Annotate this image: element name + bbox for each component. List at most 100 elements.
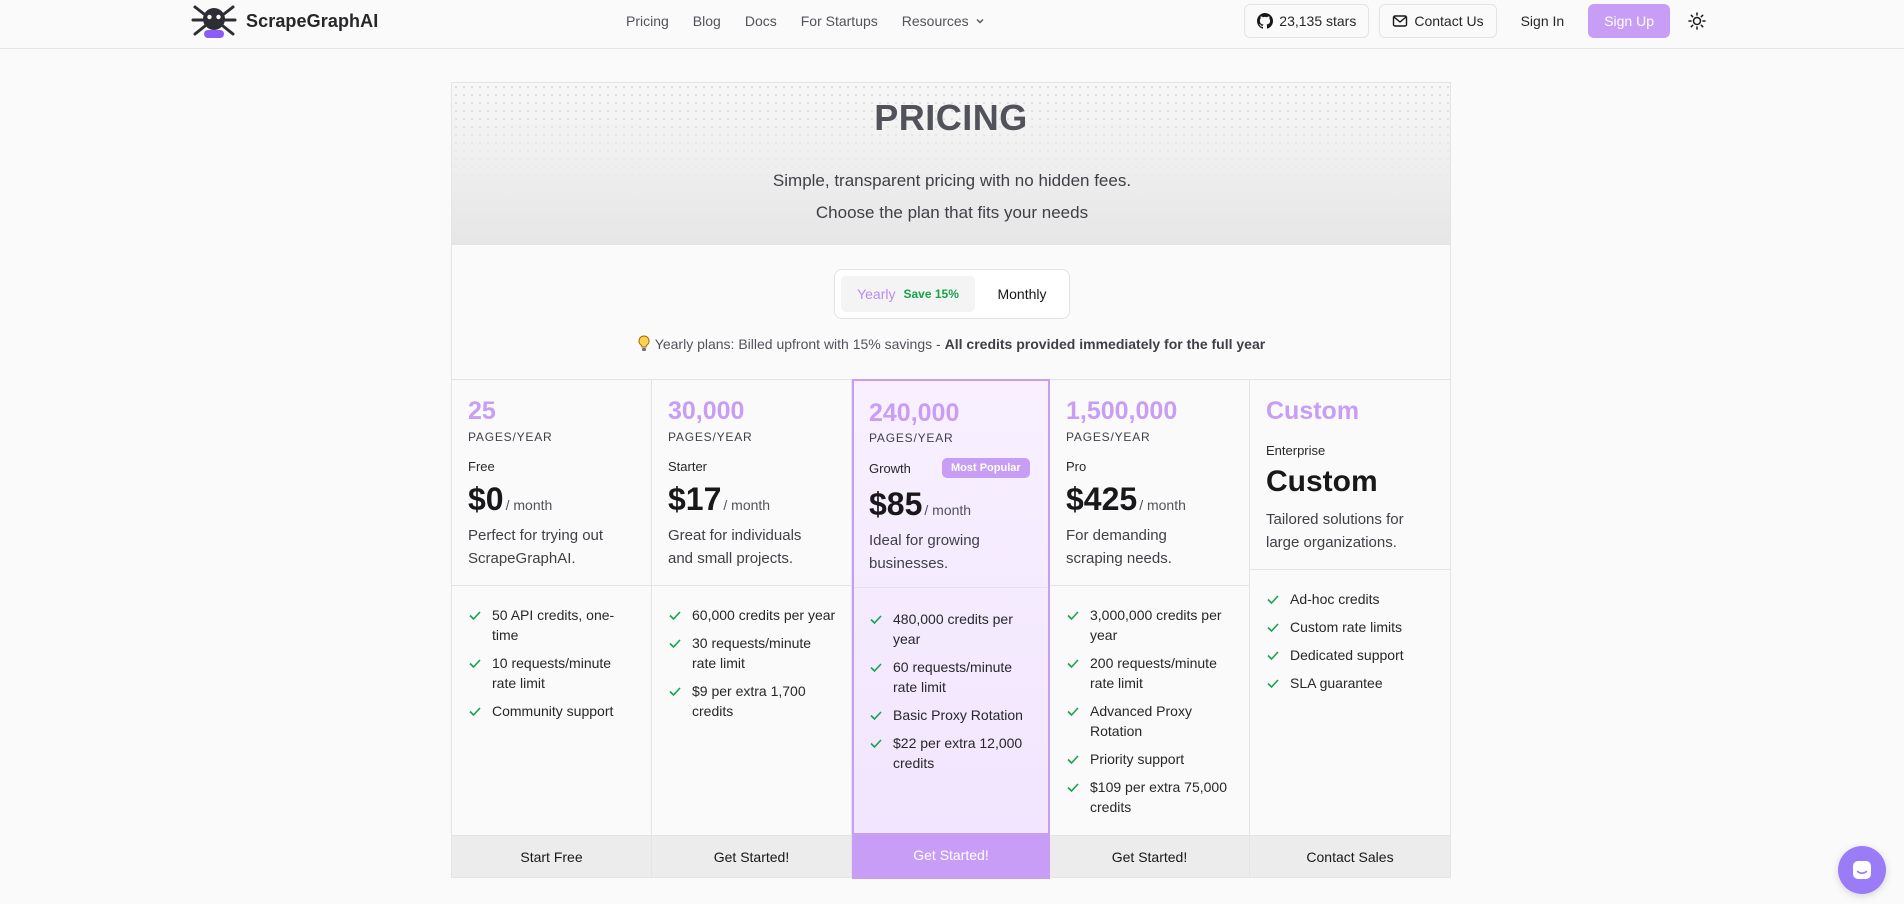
- feature-text: $109 per extra 75,000 credits: [1090, 779, 1227, 815]
- feature-item: Dedicated support: [1266, 645, 1436, 665]
- plan-description: For demanding scraping needs.: [1066, 527, 1172, 567]
- plan-price-amount: Custom: [1266, 465, 1378, 498]
- chat-icon: [1853, 861, 1871, 879]
- plan-description: Ideal for growing businesses.: [869, 532, 980, 572]
- nav-link-resources[interactable]: Resources: [902, 13, 985, 29]
- plan-divider: [652, 585, 851, 586]
- feature-item: $9 per extra 1,700 credits: [668, 681, 838, 721]
- sign-up-button[interactable]: Sign Up: [1588, 4, 1670, 38]
- get-started-button-popular[interactable]: Get Started!: [854, 833, 1048, 877]
- plan-pages: 30,000: [668, 397, 745, 425]
- start-free-button[interactable]: Start Free: [452, 835, 651, 877]
- check-icon: [1067, 707, 1079, 717]
- check-icon: [469, 707, 481, 717]
- billing-toggle: Yearly Save 15% Monthly: [834, 269, 1070, 319]
- sign-in-button[interactable]: Sign In: [1507, 4, 1579, 38]
- feature-item: $22 per extra 12,000 credits: [869, 733, 1039, 773]
- logo-spider-icon: [191, 5, 237, 38]
- feature-item: 60 requests/minute rate limit: [869, 657, 1039, 697]
- feature-text: 10 requests/minute rate limit: [492, 655, 612, 691]
- plan-price-period: / month: [1139, 497, 1186, 513]
- feature-text: 200 requests/minute rate limit: [1090, 655, 1217, 691]
- feature-text: 50 API credits, one-time: [492, 607, 615, 643]
- plan-price-period: / month: [723, 497, 771, 513]
- plan-price: $17 / month: [668, 481, 770, 518]
- brand-logo[interactable]: ScrapeGraphAI: [190, 2, 378, 40]
- plan-price-amount: $17: [668, 481, 722, 517]
- feature-item: 10 requests/minute rate limit: [468, 653, 638, 693]
- chevron-down-icon: [976, 19, 984, 24]
- plan-enterprise: Custom Enterprise Custom Tailored soluti…: [1250, 379, 1450, 877]
- billing-monthly-option[interactable]: Monthly: [981, 276, 1063, 312]
- plan-price: $0 / month: [468, 481, 552, 518]
- feature-item: 200 requests/minute rate limit: [1066, 653, 1236, 693]
- plan-divider: [1050, 585, 1249, 586]
- plan-features: 60,000 credits per year 30 requests/minu…: [668, 605, 838, 729]
- chat-launcher-button[interactable]: [1838, 846, 1886, 894]
- check-icon: [870, 739, 882, 749]
- plan-divider: [452, 585, 651, 586]
- feature-text: 480,000 credits per year: [893, 611, 1013, 647]
- plan-pages-unit: PAGES/YEAR: [468, 430, 553, 444]
- feature-text: $22 per extra 12,000 credits: [893, 735, 1023, 771]
- pricing-hero: PRICING Simple, transparent pricing with…: [452, 83, 1450, 245]
- billing-yearly-label: Yearly: [857, 286, 896, 302]
- check-icon: [469, 611, 481, 621]
- plan-tier: Free: [468, 459, 495, 474]
- check-icon: [1267, 623, 1279, 633]
- nav-link-pricing[interactable]: Pricing: [626, 13, 669, 29]
- github-stars-label: 23,135 stars: [1279, 13, 1357, 29]
- nav-link-startups[interactable]: For Startups: [801, 13, 878, 29]
- feature-item: Ad-hoc credits: [1266, 589, 1436, 609]
- check-icon: [870, 615, 882, 625]
- plan-pages: 25: [468, 397, 496, 425]
- get-started-button[interactable]: Get Started!: [1050, 835, 1249, 877]
- plan-pages: Custom: [1266, 397, 1360, 425]
- check-icon: [1267, 679, 1279, 689]
- plan-free: 25 PAGES/YEAR Free $0 / month Perfect fo…: [452, 379, 652, 877]
- plan-pages-unit: PAGES/YEAR: [668, 430, 753, 444]
- nav-actions: 23,135 stars Contact Us Sign In Sign Up: [1244, 4, 1714, 38]
- plan-price-amount: $85: [869, 486, 923, 522]
- check-icon: [1267, 595, 1279, 605]
- lightbulb-icon: [638, 335, 650, 351]
- billing-note-text: Yearly plans: Billed upfront with 15% sa…: [654, 336, 941, 352]
- check-icon: [1067, 755, 1079, 765]
- github-icon: [1257, 13, 1274, 29]
- feature-text: 3,000,000 credits per year: [1090, 607, 1222, 643]
- plan-pages: 240,000: [869, 399, 960, 427]
- plan-features: Ad-hoc credits Custom rate limits Dedica…: [1266, 589, 1436, 701]
- plan-description: Perfect for trying out ScrapeGraphAI.: [468, 527, 604, 567]
- theme-toggle-button[interactable]: [1680, 4, 1714, 38]
- plan-price-period: / month: [505, 497, 553, 513]
- feature-item: 50 API credits, one-time: [468, 605, 638, 645]
- check-icon: [1067, 611, 1079, 621]
- check-icon: [1067, 659, 1079, 669]
- check-icon: [669, 611, 681, 621]
- check-icon: [1067, 783, 1079, 793]
- plan-growth: 240,000 PAGES/YEAR Growth Most Popular $…: [852, 379, 1050, 879]
- feature-text: 60 requests/minute rate limit: [893, 659, 1013, 695]
- nav-link-blog[interactable]: Blog: [693, 13, 721, 29]
- get-started-button[interactable]: Get Started!: [652, 835, 851, 877]
- billing-yearly-option[interactable]: Yearly Save 15%: [841, 276, 975, 312]
- mail-icon: [1393, 15, 1408, 27]
- plan-description: Tailored solutions for large organizatio…: [1266, 511, 1404, 551]
- plan-price: $425 / month: [1066, 481, 1186, 518]
- nav-links: Pricing Blog Docs For Startups Resources: [626, 13, 985, 29]
- sun-icon: [1688, 12, 1706, 30]
- plan-starter: 30,000 PAGES/YEAR Starter $17 / month Gr…: [652, 379, 852, 877]
- plan-features: 50 API credits, one-time 10 requests/min…: [468, 605, 638, 729]
- contact-us-button[interactable]: Contact Us: [1379, 4, 1497, 38]
- feature-item: SLA guarantee: [1266, 673, 1436, 693]
- plan-tier: Starter: [668, 459, 708, 474]
- feature-text: $9 per extra 1,700 credits: [692, 683, 806, 719]
- nav-link-docs[interactable]: Docs: [745, 13, 777, 29]
- feature-item: 60,000 credits per year: [668, 605, 838, 625]
- feature-item: Custom rate limits: [1266, 617, 1436, 637]
- github-stars-button[interactable]: 23,135 stars: [1244, 4, 1370, 38]
- feature-item: 480,000 credits per year: [869, 609, 1039, 649]
- page-subtitle: Simple, transparent pricing with no hidd…: [772, 171, 1132, 222]
- contact-sales-button[interactable]: Contact Sales: [1250, 835, 1450, 877]
- feature-text: Community support: [492, 703, 614, 719]
